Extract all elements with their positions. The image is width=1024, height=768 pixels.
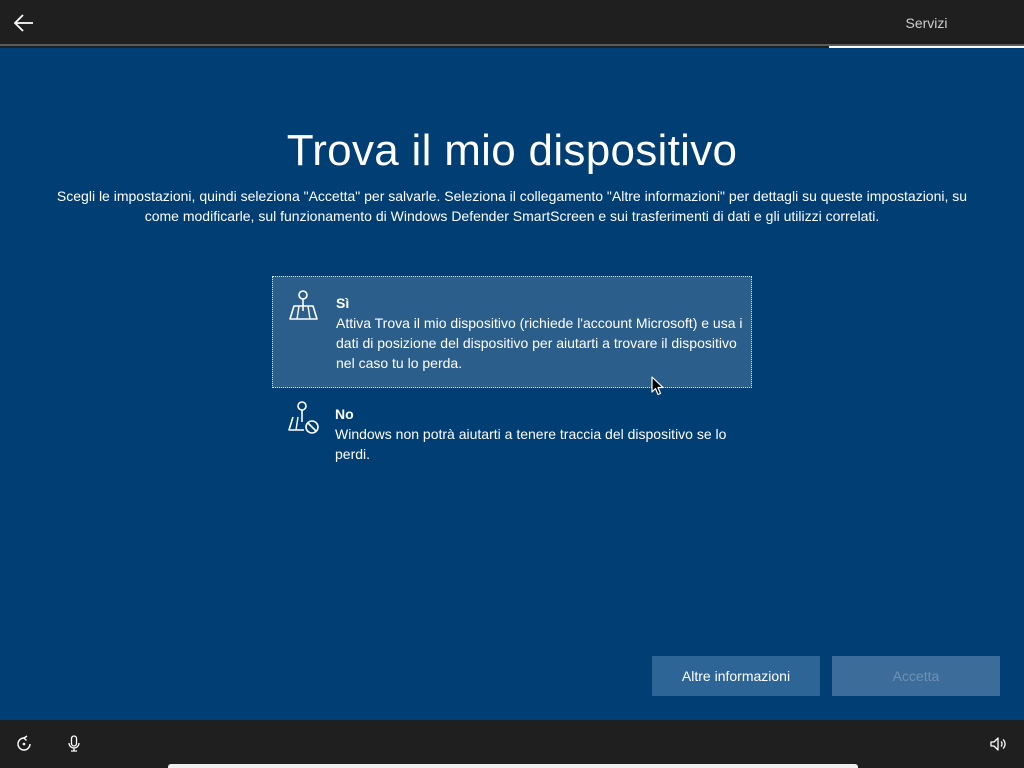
microphone-icon bbox=[68, 735, 80, 752]
option-no-description: Windows non potrà aiutarti a tenere trac… bbox=[335, 426, 727, 462]
ease-of-access-icon bbox=[17, 735, 31, 751]
option-no-text: No Windows non potrà aiutarti a tenere t… bbox=[335, 404, 745, 464]
back-button[interactable] bbox=[8, 8, 40, 38]
accept-button[interactable]: Accetta bbox=[832, 656, 1000, 696]
option-no[interactable]: No Windows non potrà aiutarti a tenere t… bbox=[272, 388, 752, 472]
location-map-blocked-icon bbox=[288, 401, 319, 434]
microphone-button[interactable] bbox=[64, 734, 84, 754]
back-arrow-icon bbox=[14, 14, 33, 32]
option-yes[interactable]: Sì Attiva Trova il mio dispositivo (rich… bbox=[272, 276, 752, 388]
bottom-edge-strip bbox=[168, 764, 858, 768]
volume-icon bbox=[990, 737, 1006, 751]
option-yes-title: Sì bbox=[336, 295, 350, 311]
more-info-button[interactable]: Altre informazioni bbox=[652, 656, 820, 696]
page-description: Scegli le impostazioni, quindi seleziona… bbox=[56, 188, 968, 224]
volume-button[interactable] bbox=[988, 734, 1008, 754]
location-map-icon bbox=[289, 290, 318, 320]
ease-of-access-button[interactable] bbox=[14, 734, 34, 754]
page-title: Trova il mio dispositivo bbox=[286, 126, 738, 175]
main-content: Trova il mio dispositivo Scegli le impos… bbox=[0, 48, 1024, 720]
top-bar: Servizi bbox=[0, 0, 1024, 48]
option-yes-description: Attiva Trova il mio dispositivo (richied… bbox=[336, 315, 743, 371]
option-no-title: No bbox=[335, 406, 354, 422]
option-yes-text: Sì Attiva Trova il mio dispositivo (rich… bbox=[336, 293, 746, 373]
mouse-cursor-icon bbox=[651, 376, 664, 396]
bottom-bar bbox=[0, 720, 1024, 768]
tab-servizi[interactable]: Servizi bbox=[829, 0, 1024, 48]
